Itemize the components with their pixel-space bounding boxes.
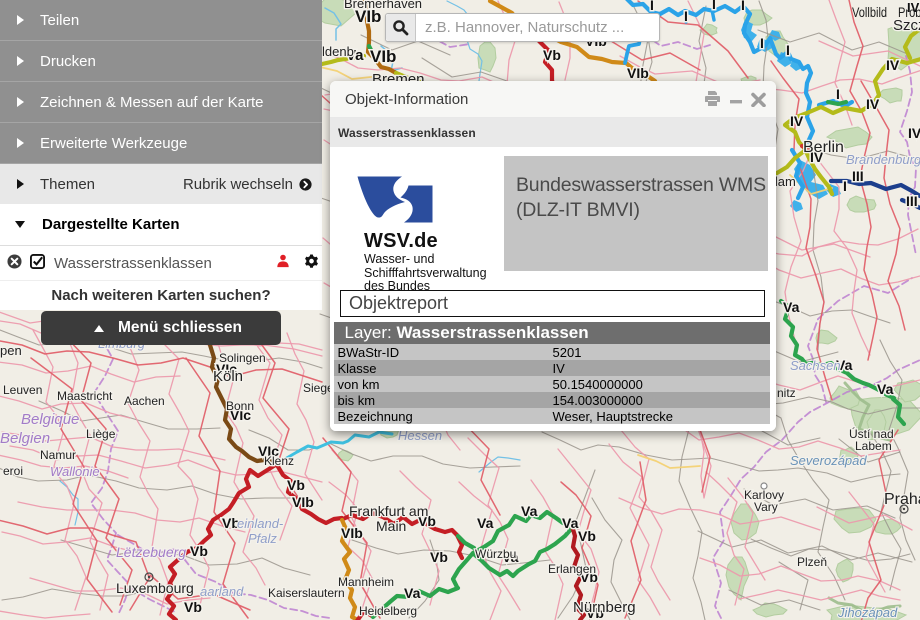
svg-text:Würzbu: Würzbu xyxy=(475,547,516,561)
svg-text:Va: Va xyxy=(877,381,894,397)
svg-text:Vb: Vb xyxy=(578,528,596,544)
svg-text:I: I xyxy=(741,0,745,13)
svg-text:Va: Va xyxy=(562,515,579,531)
svg-text:Bonn: Bonn xyxy=(226,399,254,413)
svg-text:Vary: Vary xyxy=(754,500,778,514)
svg-text:I: I xyxy=(760,35,764,51)
svg-text:Mannheim: Mannheim xyxy=(338,575,394,589)
svg-text:Erlangen: Erlangen xyxy=(548,562,596,576)
svg-text:I: I xyxy=(650,0,654,13)
svg-text:I: I xyxy=(843,178,847,194)
svg-text:Luxembourg: Luxembourg xyxy=(116,580,194,596)
svg-text:III: III xyxy=(906,193,918,209)
svg-text:Kaiserslautern: Kaiserslautern xyxy=(268,586,345,600)
svg-text:Heidelberg: Heidelberg xyxy=(359,604,417,618)
svg-text:Maastricht: Maastricht xyxy=(57,389,113,403)
svg-text:Vb: Vb xyxy=(184,599,202,615)
svg-text:Namur: Namur xyxy=(40,448,76,462)
svg-text:Vb: Vb xyxy=(287,477,305,493)
svg-text:Va: Va xyxy=(783,299,800,315)
svg-text:Wallonie: Wallonie xyxy=(50,464,100,479)
svg-text:III: III xyxy=(852,168,864,184)
svg-text:Vb: Vb xyxy=(543,47,561,63)
svg-text:Belgique: Belgique xyxy=(21,411,79,428)
svg-text:Frankfurt am: Frankfurt am xyxy=(349,503,428,519)
svg-text:Severozápad: Severozápad xyxy=(790,453,867,468)
svg-text:Belgien: Belgien xyxy=(0,430,50,447)
svg-text:VIb: VIb xyxy=(627,65,649,81)
svg-text:Sachsen: Sachsen xyxy=(790,358,841,373)
svg-text:I: I xyxy=(684,8,688,24)
svg-text:nitz: nitz xyxy=(777,386,796,400)
svg-text:Plzeň: Plzeň xyxy=(797,555,827,569)
svg-text:einland-: einland- xyxy=(237,516,284,531)
svg-text:VIb: VIb xyxy=(292,494,314,510)
svg-text:Brandenburg: Brandenburg xyxy=(846,152,920,167)
svg-text:aarland: aarland xyxy=(200,584,244,599)
svg-text:I: I xyxy=(786,42,790,58)
svg-text:Bremerhaven: Bremerhaven xyxy=(344,0,422,11)
svg-text:Aachen: Aachen xyxy=(124,394,165,408)
svg-text:Berlin: Berlin xyxy=(803,139,844,156)
svg-text:IV: IV xyxy=(866,96,880,112)
svg-text:Nürnberg: Nürnberg xyxy=(573,599,636,616)
svg-text:IV: IV xyxy=(790,113,804,129)
svg-text:Vb: Vb xyxy=(430,549,448,565)
svg-text:eroi: eroi xyxy=(3,464,23,478)
svg-text:Köln: Köln xyxy=(213,368,243,385)
svg-text:Lëtzebuerg: Lëtzebuerg xyxy=(116,544,186,560)
svg-text:Jihozápad: Jihozápad xyxy=(837,605,898,620)
svg-text:Liège: Liège xyxy=(86,427,116,441)
svg-text:Main: Main xyxy=(376,518,406,534)
svg-text:VIb: VIb xyxy=(370,47,396,66)
svg-text:Klenz: Klenz xyxy=(264,454,294,468)
svg-text:Leuven: Leuven xyxy=(3,383,42,397)
svg-text:I: I xyxy=(712,0,716,12)
svg-text:I: I xyxy=(836,86,840,102)
svg-text:IV: IV xyxy=(886,57,900,73)
svg-text:ldenb: ldenb xyxy=(322,44,354,59)
svg-text:IV: IV xyxy=(908,125,920,141)
svg-text:VIb: VIb xyxy=(341,525,363,541)
svg-text:pen: pen xyxy=(0,343,22,358)
svg-text:Solingen: Solingen xyxy=(219,351,266,365)
svg-text:Labem: Labem xyxy=(855,439,892,453)
svg-text:Va: Va xyxy=(404,585,421,601)
svg-text:Va: Va xyxy=(477,515,494,531)
svg-text:Pfalz: Pfalz xyxy=(248,531,277,546)
svg-text:Va: Va xyxy=(521,503,538,519)
svg-text:Vb: Vb xyxy=(190,543,208,559)
